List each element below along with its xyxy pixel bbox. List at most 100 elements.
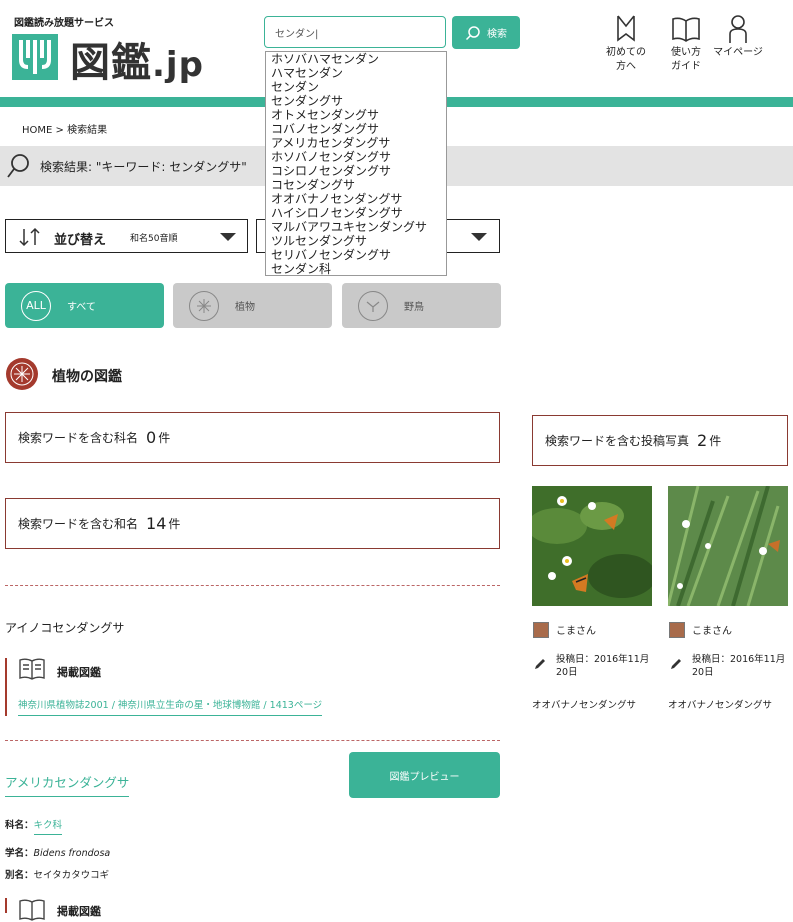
avatar[interactable]	[669, 622, 685, 638]
sort-value: 和名50音順	[130, 234, 178, 244]
chevron-down-icon	[471, 233, 487, 241]
breadcrumb-separator: >	[55, 125, 64, 136]
photo-caption[interactable]: オオバナノセンダングサ	[668, 697, 772, 711]
logo-suffix: .jp	[152, 45, 204, 85]
suggestion-item[interactable]: コシロノセンダングサ	[266, 164, 446, 178]
tab-all-label: すべて	[67, 302, 96, 313]
suggestion-item[interactable]: アメリカセンダングサ	[266, 136, 446, 150]
search-icon	[7, 154, 29, 178]
wamei-count-box[interactable]: 検索ワードを含む和名 14 件	[5, 498, 500, 549]
suggestion-item[interactable]: マルバアワユキセンダングサ	[266, 220, 446, 234]
post-date-line1: 投稿日：2016年11月	[556, 654, 650, 665]
tab-plant-label: 植物	[235, 302, 255, 313]
site-tagline: 図鑑読み放題サービス	[14, 18, 114, 29]
book-link[interactable]: 神奈川県植物誌2001 / 神奈川県立生命の星・地球博物館 / 1413ページ	[18, 697, 323, 716]
suggestion-item[interactable]: センダン	[266, 80, 446, 94]
open-book-icon	[19, 899, 45, 921]
alias-row-label: 別名：	[5, 870, 34, 881]
photo-count-value: 2	[697, 431, 708, 450]
chevron-down-icon	[220, 233, 236, 241]
sort-label: 並び替え	[54, 233, 107, 248]
search-icon	[465, 25, 480, 40]
photo-count-box[interactable]: 検索ワードを含む投稿写真 2 件	[532, 415, 788, 466]
avatar[interactable]	[533, 622, 549, 638]
wamei-count-unit: 件	[168, 517, 181, 531]
preview-button[interactable]: 図鑑プレビュー	[349, 752, 500, 798]
tab-plant[interactable]: 植物	[173, 283, 332, 328]
divider	[5, 585, 500, 586]
listed-books-heading: 掲載図鑑	[57, 666, 101, 679]
plant-section-icon	[6, 358, 38, 390]
person-icon	[729, 15, 747, 43]
post-photo[interactable]	[532, 486, 652, 606]
listed-books-heading: 掲載図鑑	[57, 905, 101, 918]
nav-mypage[interactable]: マイページ	[708, 14, 768, 60]
family-count-label: 検索ワードを含む科名	[18, 431, 139, 445]
family-count-box[interactable]: 検索ワードを含む科名 0 件	[5, 412, 500, 463]
book-icon	[672, 17, 700, 42]
nav-guide-line2: ガイド	[671, 61, 701, 72]
tab-bird-label: 野鳥	[404, 302, 424, 313]
nav-guide-line1: 使い方	[671, 47, 701, 58]
nav-first-time-line1: 初めての	[606, 47, 646, 58]
flower-icon	[189, 290, 219, 321]
suggestion-item[interactable]: コバノセンダングサ	[266, 122, 446, 136]
breadcrumb-current: 検索結果	[67, 125, 108, 136]
family-row-label: 科名：	[5, 820, 34, 831]
site-logo[interactable]: 図鑑.jp	[70, 30, 204, 88]
suggestion-item[interactable]: ハイシロノセンダングサ	[266, 206, 446, 220]
family-count-unit: 件	[158, 431, 171, 445]
photo-user[interactable]: こまさん	[556, 622, 596, 637]
nav-mypage-label: マイページ	[713, 47, 763, 58]
breadcrumb: HOME > 検索結果	[22, 121, 107, 136]
alias-name: セイタカタウコギ	[33, 870, 110, 881]
family-count-value: 0	[146, 428, 157, 447]
bookmark-icon	[617, 15, 635, 42]
photo-count-label: 検索ワードを含む投稿写真	[545, 434, 690, 448]
suggestion-item[interactable]: セリバノセンダングサ	[266, 248, 446, 262]
suggestion-item[interactable]: ホソバハマセンダン	[266, 52, 446, 66]
suggestion-item[interactable]: センダングサ	[266, 94, 446, 108]
search-input[interactable]	[264, 16, 446, 48]
pencil-icon	[535, 659, 545, 669]
photo-user[interactable]: こまさん	[692, 622, 732, 637]
all-icon: ALL	[21, 290, 51, 321]
nav-first-time[interactable]: 初めての 方へ	[596, 14, 656, 74]
suggestion-item[interactable]: センダン科	[266, 262, 446, 275]
family-row: 科名：キク科	[5, 817, 63, 835]
suggestion-item[interactable]: ツルセンダングサ	[266, 234, 446, 248]
suggestion-item[interactable]: コセンダングサ	[266, 178, 446, 192]
search-result-text: 検索結果: "キーワード: センダングサ"	[40, 160, 247, 174]
post-date-line2: 20日	[692, 667, 714, 678]
scientific-name: Bidens frondosa	[33, 848, 111, 859]
scientific-row-label: 学名：	[5, 848, 34, 859]
breadcrumb-home[interactable]: HOME	[22, 125, 52, 136]
scientific-row: 学名：Bidens frondosa	[5, 845, 110, 859]
entry-accent-line	[5, 898, 7, 913]
alias-row: 別名：セイタカタウコギ	[5, 867, 109, 881]
suggestion-item[interactable]: ホソバノセンダングサ	[266, 150, 446, 164]
bird-icon	[358, 290, 388, 321]
logo-mark-icon[interactable]	[12, 34, 58, 80]
suggestion-item[interactable]: オオバナノセンダングサ	[266, 192, 446, 206]
autocomplete-list: ホソバハマセンダン ハマセンダン センダン センダングサ オトメセンダングサ コ…	[265, 51, 447, 276]
post-date-line1: 投稿日：2016年11月	[692, 654, 786, 665]
suggestion-item[interactable]: ハマセンダン	[266, 66, 446, 80]
section-title: 植物の図鑑	[52, 369, 122, 385]
tab-all[interactable]: ALL すべて	[5, 283, 164, 328]
photo-count-unit: 件	[709, 434, 722, 448]
search-button[interactable]: 検索	[452, 16, 520, 49]
entry-name: アイノコセンダングサ	[5, 621, 125, 635]
tab-bird[interactable]: 野鳥	[342, 283, 501, 328]
photo-caption[interactable]: オオバナノセンダングサ	[532, 697, 636, 711]
search-button-label: 検索	[487, 29, 507, 40]
post-date: 投稿日：2016年11月 20日	[692, 653, 785, 679]
sort-select[interactable]: 並び替え 和名50音順	[5, 219, 248, 253]
nav-first-time-line2: 方へ	[616, 61, 636, 72]
entry-name-link[interactable]: アメリカセンダングサ	[5, 772, 130, 797]
suggestion-item[interactable]: オトメセンダングサ	[266, 108, 446, 122]
divider	[5, 740, 500, 741]
nav-guide[interactable]: 使い方 ガイド	[656, 14, 716, 74]
family-link[interactable]: キク科	[33, 820, 63, 835]
post-photo[interactable]	[668, 486, 788, 606]
